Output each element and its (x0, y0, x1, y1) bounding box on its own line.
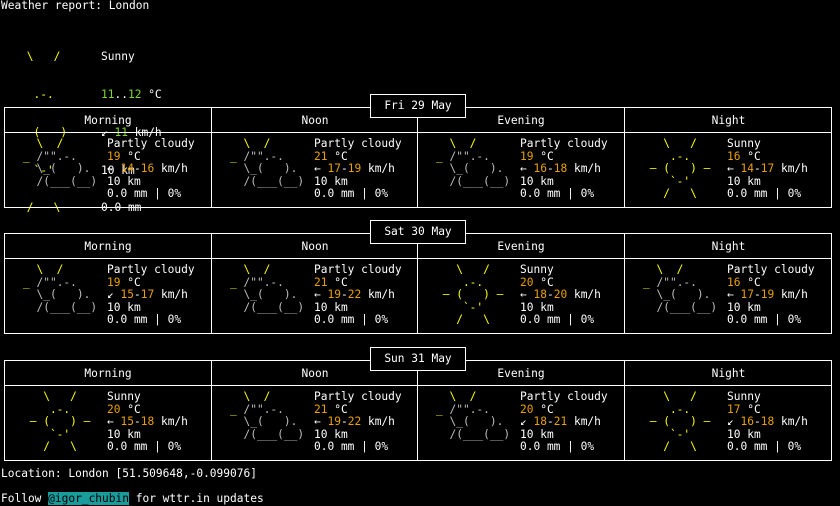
cell-details: Partly cloudy 16 °C ← 17-19 km/h 10 km 0.0 m… (727, 263, 815, 327)
twitter-handle-link[interactable]: @igor_chubin (48, 492, 129, 505)
cell-details: Partly cloudy 20 °C ↙ 18-21 km/h 10 km 0.0 m… (520, 390, 608, 454)
follow-line: Follow @igor_chubin for wttr.in updates (1, 492, 264, 505)
partly-cloudy-icon: \ / _ /"".-. \_( ). /(___(__) (436, 137, 511, 188)
forecast-cell: Evening \ / _ /"".-. \_( ). /(___(__) Pa… (417, 108, 624, 207)
forecast-cell: Night \ / .-. ― ( ) ― `-' / \ Sunny 16 °C… (624, 108, 832, 207)
cell-precipitation: 0.0 mm | 0% (314, 440, 389, 454)
cell-wind: ← 17-19 km/h (727, 288, 808, 302)
partly-cloudy-icon: \ / _ /"".-. \_( ). /(___(__) (23, 137, 98, 188)
cell-precipitation: 0.0 mm | 0% (314, 187, 389, 201)
forecast-cell: Night \ / .-. ― ( ) ― `-' / \ Sunny 17 °C… (624, 361, 832, 460)
cell-wind: ← 19-22 km/h (314, 288, 395, 302)
cell-precipitation: 0.0 mm | 0% (314, 313, 389, 327)
cell-precipitation: 0.0 mm | 0% (727, 440, 802, 454)
cell-wind: ← 19-22 km/h (314, 415, 395, 429)
period-label: Morning (84, 114, 132, 127)
cell-wind: ↙ 16-18 km/h (727, 415, 808, 429)
current-condition: Sunny (101, 50, 135, 64)
location-line: Location: London [51.509648,-0.099076] (1, 467, 257, 480)
cell-precipitation: 0.0 mm | 0% (107, 187, 182, 201)
cell-wind: ↙ 18-21 km/h (520, 415, 601, 429)
sun-icon: \ / .-. ― ( ) ― `-' / \ (643, 390, 718, 454)
forecast-cell: Noon \ / _ /"".-. \_( ). /(___(__) Partl… (211, 234, 418, 333)
partly-cloudy-icon: \ / _ /"".-. \_( ). /(___(__) (230, 137, 305, 188)
cell-wind: ← 14-17 km/h (727, 162, 808, 176)
day-date-label: Sat 30 May (370, 220, 466, 244)
partly-cloudy-icon: \ / _ /"".-. \_( ). /(___(__) (436, 390, 511, 441)
forecast-day: Morning \ / _ /"".-. \_( ). /(___(__) Pa… (4, 233, 832, 334)
period-label: Morning (84, 240, 132, 253)
sun-icon: \ / .-. ― ( ) ― `-' / \ (436, 263, 511, 327)
period-label: Morning (84, 367, 132, 380)
cell-details: Partly cloudy 19 °C ↙ 15-17 km/h 10 km 0.0 m… (107, 263, 195, 327)
cell-precipitation: 0.0 mm | 0% (520, 313, 595, 327)
cell-precipitation: 0.0 mm | 0% (520, 440, 595, 454)
forecast-day: Morning \ / .-. ― ( ) ― `-' / \ Sunny 20 … (4, 360, 832, 461)
partly-cloudy-icon: \ / _ /"".-. \_( ). /(___(__) (230, 390, 305, 441)
period-label: Night (711, 240, 746, 253)
current-temperature: 11..12 °C (101, 87, 162, 101)
partly-cloudy-icon: \ / _ /"".-. \_( ). /(___(__) (23, 263, 98, 314)
cell-precipitation: 0.0 mm | 0% (727, 187, 802, 201)
day-date-label: Fri 29 May (370, 94, 466, 118)
cell-details: Partly cloudy 21 °C ← 19-22 km/h 10 km 0.0 m… (314, 263, 402, 327)
cell-wind: ← 16-18 km/h (520, 162, 601, 176)
report-title: Weather report: London (1, 0, 150, 12)
cell-precipitation: 0.0 mm | 0% (107, 313, 182, 327)
cell-details: Partly cloudy 19 °C ← 16-18 km/h 10 km 0.0 m… (520, 137, 608, 201)
cell-details: Partly cloudy 19 °C ← 14-16 km/h 10 km 0.0 m… (107, 137, 195, 201)
forecast-cell: Morning \ / _ /"".-. \_( ). /(___(__) Pa… (5, 108, 211, 207)
forecast-cell: Noon \ / _ /"".-. \_( ). /(___(__) Partl… (211, 108, 418, 207)
forecast-cell: Evening \ / .-. ― ( ) ― `-' / \ Sunny 20 … (417, 234, 624, 333)
cell-precipitation: 0.0 mm | 0% (520, 187, 595, 201)
cell-details: Partly cloudy 21 °C ← 19-22 km/h 10 km 0.0 m… (314, 390, 402, 454)
cell-precipitation: 0.0 mm | 0% (107, 440, 182, 454)
sun-icon: \ / .-. ― ( ) ― `-' / \ (23, 390, 98, 454)
day-date-label: Sun 31 May (370, 347, 466, 371)
cell-wind: ↙ 15-17 km/h (107, 288, 188, 302)
cell-wind: ← 15-18 km/h (107, 415, 188, 429)
forecast-cell: Morning \ / _ /"".-. \_( ). /(___(__) Pa… (5, 234, 211, 333)
forecast-cell: Noon \ / _ /"".-. \_( ). /(___(__) Partl… (211, 361, 418, 460)
forecast-cell: Night \ / _ /"".-. \_( ). /(___(__) Part… (624, 234, 832, 333)
cell-details: Sunny 17 °C ↙ 16-18 km/h 10 km 0.0 mm | 0% (727, 390, 808, 454)
partly-cloudy-icon: \ / _ /"".-. \_( ). /(___(__) (230, 263, 305, 314)
cell-details: Sunny 20 °C ← 18-20 km/h 10 km 0.0 mm | 0% (520, 263, 601, 327)
cell-details: Partly cloudy 21 °C ← 17-19 km/h 10 km 0.0 m… (314, 137, 402, 201)
forecast-cell: Evening \ / _ /"".-. \_( ). /(___(__) Pa… (417, 361, 624, 460)
cell-details: Sunny 20 °C ← 15-18 km/h 10 km 0.0 mm | 0% (107, 390, 188, 454)
cell-wind: ← 17-19 km/h (314, 162, 395, 176)
cell-details: Sunny 16 °C ← 14-17 km/h 10 km 0.0 mm | 0% (727, 137, 808, 201)
forecast-day: Morning \ / _ /"".-. \_( ). /(___(__) Pa… (4, 107, 832, 208)
cell-wind: ← 14-16 km/h (107, 162, 188, 176)
cell-wind: ← 18-20 km/h (520, 288, 601, 302)
partly-cloudy-icon: \ / _ /"".-. \_( ). /(___(__) (643, 263, 718, 314)
cell-precipitation: 0.0 mm | 0% (727, 313, 802, 327)
period-label: Night (711, 114, 746, 127)
forecast-cell: Morning \ / .-. ― ( ) ― `-' / \ Sunny 20 … (5, 361, 211, 460)
sun-icon: \ / .-. ― ( ) ― `-' / \ (643, 137, 718, 201)
period-label: Night (711, 367, 746, 380)
